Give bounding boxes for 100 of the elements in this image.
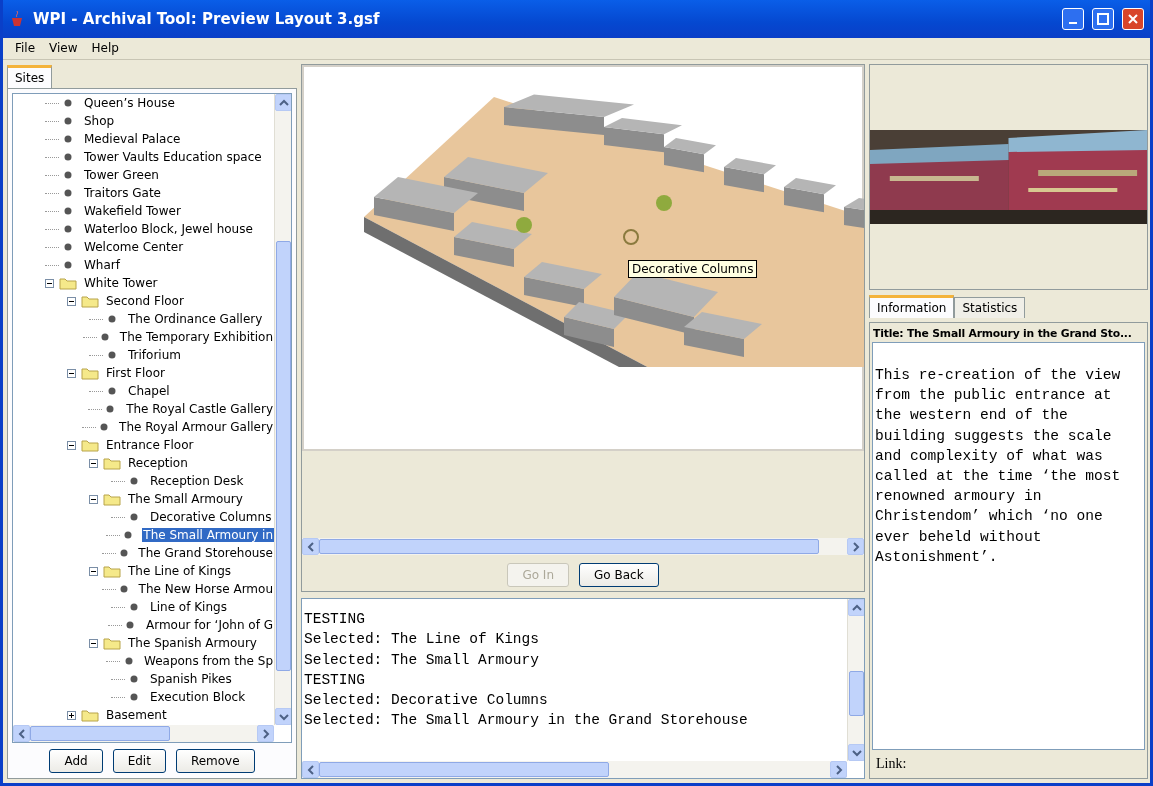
- tab[interactable]: Statistics: [954, 297, 1026, 318]
- tree-item[interactable]: Execution Block: [149, 690, 247, 704]
- log-line: Selected: Decorative Columns: [304, 691, 549, 711]
- tree-item[interactable]: The Small Armoury in: [142, 528, 274, 542]
- tree-item[interactable]: First Floor: [105, 366, 166, 380]
- scroll-up-button[interactable]: [848, 599, 864, 616]
- scroll-thumb[interactable]: [319, 762, 609, 777]
- tree-item[interactable]: Waterloo Block, Jewel house: [83, 222, 254, 236]
- folder-icon: [81, 366, 99, 380]
- node-icon: [119, 585, 128, 593]
- tree-item[interactable]: Decorative Columns: [149, 510, 273, 524]
- site-tree[interactable]: [12, 93, 292, 743]
- tree-item[interactable]: Armour for ‘John of G: [144, 618, 274, 632]
- scroll-right-button[interactable]: [830, 761, 847, 778]
- tree-line: [89, 318, 103, 320]
- tree-item[interactable]: The Line of Kings: [127, 564, 232, 578]
- tree-item[interactable]: Tower Green: [83, 168, 160, 182]
- tree-item[interactable]: Shop: [83, 114, 116, 128]
- tree-line: [45, 138, 59, 140]
- tree-item[interactable]: Second Floor: [105, 294, 185, 308]
- tab[interactable]: Information: [869, 295, 955, 318]
- collapse-icon[interactable]: [89, 638, 98, 648]
- collapse-icon[interactable]: [67, 440, 76, 450]
- scroll-thumb[interactable]: [319, 539, 819, 554]
- folder-icon: [81, 708, 99, 722]
- scroll-right-button[interactable]: [257, 725, 274, 742]
- scroll-left-button[interactable]: [302, 761, 319, 778]
- tree-item[interactable]: The New Horse Armou: [137, 582, 274, 596]
- tree-item[interactable]: The Royal Castle Gallery: [125, 402, 274, 416]
- link-label: Link:: [875, 755, 908, 773]
- vertical-scrollbar[interactable]: [274, 94, 291, 725]
- folder-icon: [103, 456, 121, 470]
- tree-line: [87, 408, 102, 410]
- scroll-thumb[interactable]: [848, 671, 864, 716]
- scroll-right-button[interactable]: [847, 538, 864, 555]
- node-icon: [119, 549, 128, 557]
- tree-item[interactable]: Wharf: [83, 258, 121, 272]
- node-icon: [124, 657, 133, 665]
- node-icon: [64, 189, 72, 197]
- tree-item[interactable]: Spanish Pikes: [149, 672, 233, 686]
- scroll-up-button[interactable]: [275, 94, 291, 111]
- collapse-icon[interactable]: [67, 368, 76, 378]
- scroll-thumb[interactable]: [275, 241, 291, 671]
- collapse-icon[interactable]: [45, 278, 54, 288]
- tree-item[interactable]: Triforium: [127, 348, 182, 362]
- minimize-button[interactable]: [1062, 8, 1084, 30]
- tree-button[interactable]: Edit: [112, 749, 166, 773]
- collapse-icon[interactable]: [67, 296, 76, 306]
- log-line: Selected: The Small Armoury: [304, 650, 540, 670]
- menu-item[interactable]: Help: [85, 38, 125, 59]
- scroll-down-button[interactable]: [275, 708, 291, 725]
- tree-item[interactable]: The Small Armoury: [127, 492, 244, 506]
- horizontal-scrollbar[interactable]: [13, 725, 274, 742]
- tree-item[interactable]: The Spanish Armoury: [127, 636, 258, 650]
- vertical-scrollbar[interactable]: [847, 599, 864, 761]
- tree-item[interactable]: Welcome Center: [83, 240, 185, 254]
- scroll-down-button[interactable]: [848, 744, 864, 761]
- tree-item[interactable]: Traitors Gate: [83, 186, 162, 200]
- log-line: Selected: The Line of Kings: [304, 630, 540, 650]
- tree-item[interactable]: The Temporary Exhibition: [118, 330, 274, 344]
- scroll-left-button[interactable]: [302, 538, 319, 555]
- expand-icon[interactable]: [67, 710, 76, 720]
- node-icon: [108, 387, 116, 395]
- menu-item[interactable]: View: [43, 38, 84, 59]
- collapse-icon[interactable]: [89, 458, 98, 468]
- node-icon: [64, 207, 72, 215]
- node-icon: [130, 603, 138, 611]
- tree-item[interactable]: Wakefield Tower: [83, 204, 182, 218]
- node-icon: [64, 171, 72, 179]
- tree-item[interactable]: White Tower: [83, 276, 159, 290]
- tab[interactable]: Sites: [7, 65, 53, 88]
- menu-item[interactable]: File: [9, 38, 42, 59]
- tree-item[interactable]: Line of Kings: [149, 600, 228, 614]
- nav-button[interactable]: Go Back: [579, 563, 659, 587]
- tree-item[interactable]: Reception Desk: [149, 474, 245, 488]
- node-icon: [64, 261, 72, 269]
- maximize-button[interactable]: [1092, 8, 1114, 30]
- log-line: Selected: The Small Armoury in the Grand Storehouse: [304, 711, 749, 731]
- tree-item[interactable]: The Grand Storehouse: [137, 546, 274, 560]
- node-icon: [64, 225, 72, 233]
- tree-button[interactable]: Add: [49, 749, 103, 773]
- tree-line: [45, 192, 59, 194]
- tree-item[interactable]: Reception: [127, 456, 189, 470]
- horizontal-scrollbar[interactable]: [302, 538, 864, 555]
- tree-item[interactable]: The Ordinance Gallery: [127, 312, 264, 326]
- tree-item[interactable]: Chapel: [127, 384, 171, 398]
- tree-item[interactable]: Entrance Floor: [105, 438, 195, 452]
- tree-button[interactable]: Remove: [175, 749, 255, 773]
- tree-item[interactable]: Tower Vaults Education space: [83, 150, 263, 164]
- tree-item[interactable]: Weapons from the Sp: [143, 654, 274, 668]
- collapse-icon[interactable]: [89, 566, 98, 576]
- close-button[interactable]: [1122, 8, 1144, 30]
- horizontal-scrollbar[interactable]: [302, 761, 847, 778]
- tree-item[interactable]: Medieval Palace: [83, 132, 182, 146]
- tree-item[interactable]: Basement: [105, 708, 168, 722]
- tree-item[interactable]: The Royal Armour Gallery: [118, 420, 274, 434]
- tree-item[interactable]: Queen’s House: [83, 96, 176, 110]
- scroll-thumb[interactable]: [30, 726, 170, 741]
- scroll-left-button[interactable]: [13, 725, 30, 742]
- collapse-icon[interactable]: [89, 494, 98, 504]
